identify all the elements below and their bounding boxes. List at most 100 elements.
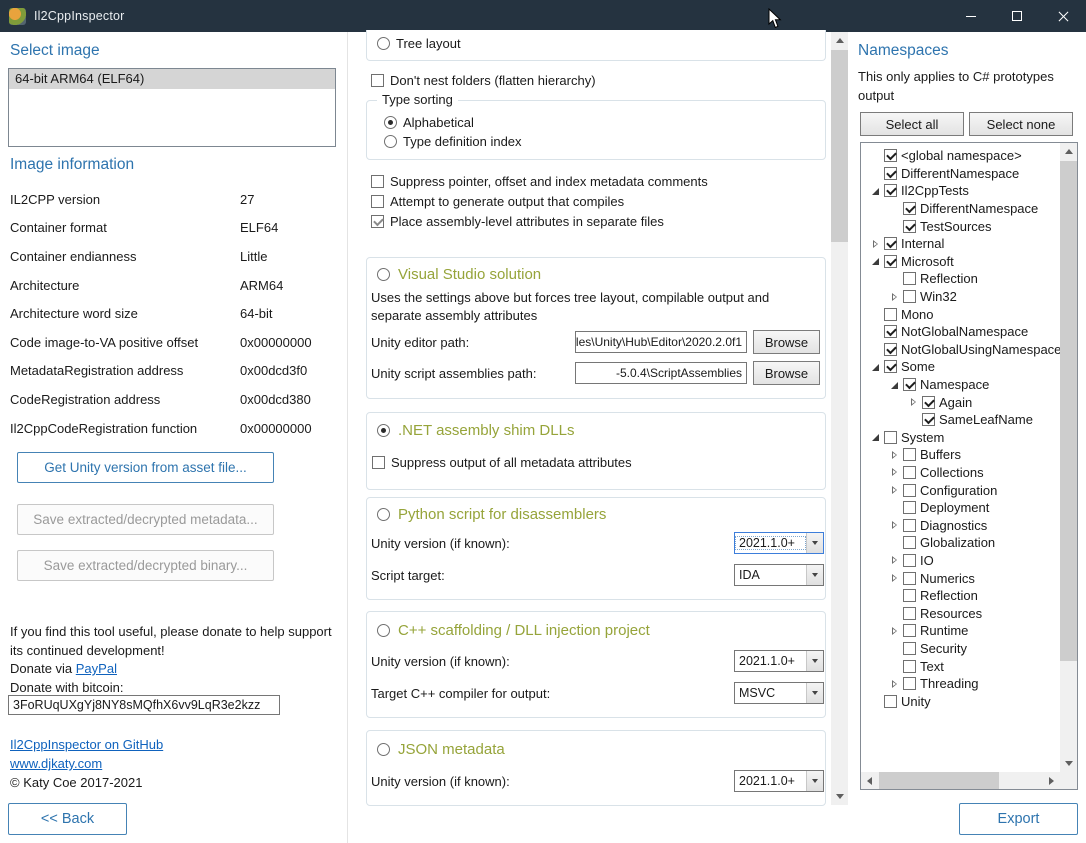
namespace-checkbox[interactable] — [903, 448, 916, 461]
namespace-checkbox[interactable] — [922, 413, 935, 426]
browse-editor-path-button[interactable]: Browse — [753, 330, 820, 354]
compilable-output-checkbox[interactable]: Attempt to generate output that compiles — [371, 194, 624, 209]
tree-item[interactable]: DifferentNamespace — [862, 165, 1061, 183]
namespace-checkbox[interactable] — [922, 396, 935, 409]
github-link[interactable]: Il2CppInspector on GitHub — [10, 737, 163, 752]
tree-horizontal-scrollbar[interactable] — [861, 772, 1060, 789]
radio-icon[interactable] — [377, 743, 390, 756]
namespace-checkbox[interactable] — [884, 149, 897, 162]
website-link[interactable]: www.djkaty.com — [10, 756, 102, 771]
tree-item[interactable]: IO — [862, 552, 1061, 570]
namespace-tree[interactable]: <global namespace>DifferentNamespaceIl2C… — [862, 147, 1061, 771]
image-list[interactable]: 64-bit ARM64 (ELF64) — [8, 68, 336, 147]
image-list-item[interactable]: 64-bit ARM64 (ELF64) — [9, 69, 335, 89]
sort-type-index-option[interactable]: Type definition index — [384, 134, 522, 149]
close-button[interactable] — [1040, 0, 1086, 32]
tree-item[interactable]: Collections — [862, 464, 1061, 482]
namespace-checkbox[interactable] — [903, 554, 916, 567]
tree-item[interactable]: Security — [862, 640, 1061, 658]
scroll-up-icon[interactable] — [1060, 143, 1077, 160]
script-assemblies-path-input[interactable]: -5.0.4\ScriptAssemblies — [575, 362, 747, 384]
unity-editor-path-input[interactable]: Files\Unity\Hub\Editor\2020.2.0f1 — [575, 331, 747, 353]
tree-item[interactable]: Globalization — [862, 534, 1061, 552]
collapse-icon[interactable] — [868, 253, 884, 269]
suppress-attributes-checkbox[interactable]: Suppress output of all metadata attribut… — [372, 455, 632, 470]
expand-icon[interactable] — [906, 394, 922, 410]
radio-icon[interactable] — [377, 268, 390, 281]
namespace-checkbox[interactable] — [903, 642, 916, 655]
namespace-checkbox[interactable] — [903, 202, 916, 215]
namespace-checkbox[interactable] — [903, 660, 916, 673]
tree-item[interactable]: Runtime — [862, 622, 1061, 640]
tree-item[interactable]: Again — [862, 393, 1061, 411]
script-target-select[interactable]: IDA — [734, 564, 824, 586]
expand-icon[interactable] — [887, 517, 903, 533]
radio-icon[interactable] — [377, 508, 390, 521]
tree-item[interactable]: Resources — [862, 604, 1061, 622]
namespace-checkbox[interactable] — [903, 220, 916, 233]
tree-item[interactable]: Unity — [862, 692, 1061, 710]
tree-item[interactable]: Il2CppTests — [862, 182, 1061, 200]
namespace-checkbox[interactable] — [903, 624, 916, 637]
namespace-checkbox[interactable] — [903, 572, 916, 585]
namespace-checkbox[interactable] — [884, 431, 897, 444]
json-metadata-option[interactable]: JSON metadata — [377, 741, 505, 758]
tree-item[interactable]: NotGlobalNamespace — [862, 323, 1061, 341]
expand-icon[interactable] — [887, 464, 903, 480]
tree-layout-option[interactable]: Tree layout — [377, 36, 461, 51]
namespace-checkbox[interactable] — [884, 255, 897, 268]
separate-attributes-checkbox[interactable]: Place assembly-level attributes in separ… — [371, 214, 664, 229]
scrollbar-thumb[interactable] — [831, 50, 848, 242]
checkbox-icon[interactable] — [372, 456, 385, 469]
tree-item[interactable]: NotGlobalUsingNamespace — [862, 341, 1061, 359]
tree-item[interactable]: Reflection — [862, 270, 1061, 288]
scroll-left-icon[interactable] — [861, 772, 878, 789]
back-button[interactable]: << Back — [8, 803, 127, 835]
scroll-down-icon[interactable] — [831, 788, 848, 805]
suppress-metadata-comments-checkbox[interactable]: Suppress pointer, offset and index metad… — [371, 174, 708, 189]
minimize-button[interactable] — [948, 0, 994, 32]
scrollbar-thumb[interactable] — [1060, 161, 1077, 661]
tree-item[interactable]: Win32 — [862, 288, 1061, 306]
checkbox-icon[interactable] — [371, 215, 384, 228]
get-unity-version-button[interactable]: Get Unity version from asset file... — [17, 452, 274, 483]
expand-icon[interactable] — [887, 289, 903, 305]
scroll-right-icon[interactable] — [1043, 772, 1060, 789]
namespace-checkbox[interactable] — [884, 237, 897, 250]
expand-icon[interactable] — [868, 236, 884, 252]
expand-icon[interactable] — [887, 676, 903, 692]
select-none-button[interactable]: Select none — [969, 112, 1073, 136]
tree-item[interactable]: Internal — [862, 235, 1061, 253]
python-script-option[interactable]: Python script for disassemblers — [377, 506, 606, 523]
cpp-unity-version-select[interactable]: 2021.1.0+ — [734, 650, 824, 672]
python-unity-version-select[interactable]: 2021.1.0+ — [734, 532, 824, 554]
shim-dlls-option[interactable]: .NET assembly shim DLLs — [377, 422, 574, 439]
browse-assemblies-path-button[interactable]: Browse — [753, 361, 820, 385]
collapse-icon[interactable] — [868, 183, 884, 199]
namespace-checkbox[interactable] — [903, 607, 916, 620]
tree-item[interactable]: System — [862, 429, 1061, 447]
tree-item[interactable]: Numerics — [862, 569, 1061, 587]
namespace-checkbox[interactable] — [884, 184, 897, 197]
tree-item[interactable]: TestSources — [862, 217, 1061, 235]
flatten-hierarchy-checkbox[interactable]: Don't nest folders (flatten hierarchy) — [371, 73, 596, 88]
tree-vertical-scrollbar[interactable] — [1060, 143, 1077, 772]
tree-item[interactable]: Buffers — [862, 446, 1061, 464]
tree-item[interactable]: SameLeafName — [862, 411, 1061, 429]
tree-item[interactable]: Reflection — [862, 587, 1061, 605]
namespace-checkbox[interactable] — [903, 677, 916, 690]
maximize-button[interactable] — [994, 0, 1040, 32]
title-bar[interactable]: Il2CppInspector — [0, 0, 1086, 32]
tree-item[interactable]: Mono — [862, 305, 1061, 323]
radio-icon[interactable] — [377, 37, 390, 50]
namespace-checkbox[interactable] — [884, 695, 897, 708]
tree-item[interactable]: Deployment — [862, 499, 1061, 517]
expand-icon[interactable] — [887, 447, 903, 463]
tree-item[interactable]: Microsoft — [862, 253, 1061, 271]
tree-item[interactable]: Text — [862, 657, 1061, 675]
radio-icon[interactable] — [377, 624, 390, 637]
namespace-checkbox[interactable] — [903, 272, 916, 285]
tree-item[interactable]: DifferentNamespace — [862, 200, 1061, 218]
json-unity-version-select[interactable]: 2021.1.0+ — [734, 770, 824, 792]
collapse-icon[interactable] — [887, 377, 903, 393]
